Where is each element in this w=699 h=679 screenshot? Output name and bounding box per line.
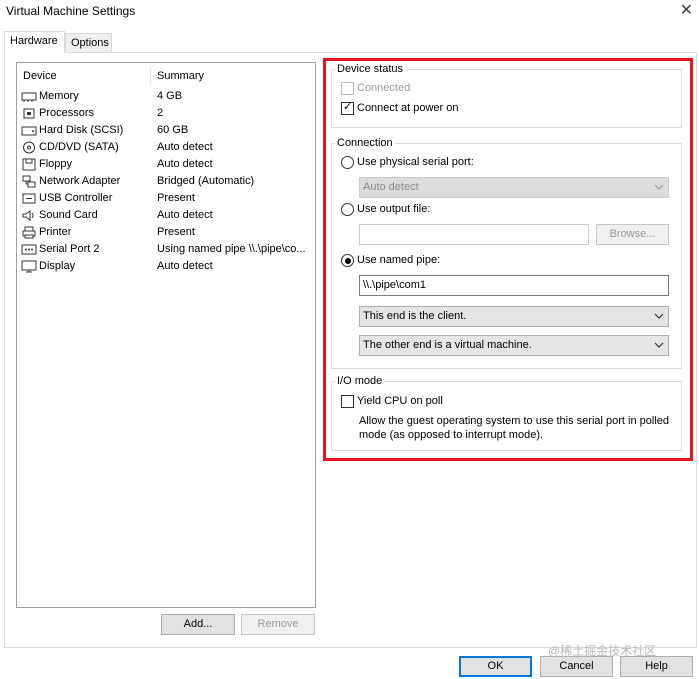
- hard-disk-icon: [21, 124, 37, 137]
- output-file-input[interactable]: [359, 224, 589, 245]
- physical-serial-port-label: Use physical serial port:: [357, 156, 474, 168]
- device-row-display[interactable]: Display Auto detect: [17, 259, 315, 276]
- chevron-down-icon: [654, 342, 664, 348]
- remove-button[interactable]: Remove: [241, 614, 315, 635]
- device-status-label: Device status: [335, 63, 406, 75]
- display-icon: [21, 260, 37, 273]
- physical-port-dropdown[interactable]: Auto detect: [359, 177, 669, 198]
- processor-icon: [21, 107, 37, 120]
- output-file-radio[interactable]: [341, 203, 354, 216]
- connected-checkbox[interactable]: [341, 82, 354, 95]
- serial-port-icon: [21, 243, 37, 256]
- io-mode-description: Allow the guest operating system to use …: [359, 415, 669, 441]
- speaker-icon: [21, 209, 37, 222]
- close-icon[interactable]: ✕: [680, 0, 693, 20]
- device-name: Serial Port 2: [39, 243, 100, 255]
- device-row-hard-disk[interactable]: Hard Disk (SCSI) 60 GB: [17, 123, 315, 140]
- device-name: Memory: [39, 90, 79, 102]
- device-row-processors[interactable]: Processors 2: [17, 106, 315, 123]
- printer-icon: [21, 226, 37, 239]
- pipe-name-value: \\.\pipe\com1: [363, 279, 426, 291]
- help-button[interactable]: Help: [620, 656, 693, 677]
- device-name: USB Controller: [39, 192, 113, 204]
- radio-selected-dot: [344, 257, 351, 264]
- device-name: Processors: [39, 107, 95, 119]
- dropdown-value: The other end is a virtual machine.: [363, 339, 532, 351]
- tab-options[interactable]: Options: [65, 33, 112, 53]
- connection-label: Connection: [335, 137, 395, 149]
- chevron-down-icon: [654, 313, 664, 319]
- usb-icon: [21, 192, 37, 205]
- cancel-button[interactable]: Cancel: [540, 656, 613, 677]
- device-summary: Bridged (Automatic): [157, 175, 255, 187]
- column-header-device[interactable]: Device: [23, 70, 57, 82]
- device-name: Display: [39, 260, 76, 272]
- dropdown-value: Auto detect: [363, 181, 419, 193]
- dropdown-value: This end is the client.: [363, 310, 467, 322]
- pipe-name-input[interactable]: \\.\pipe\com1: [359, 275, 669, 296]
- window-title: Virtual Machine Settings: [6, 4, 136, 18]
- device-name: Floppy: [39, 158, 73, 170]
- device-summary: 60 GB: [157, 124, 189, 136]
- named-pipe-radio[interactable]: [341, 254, 354, 267]
- device-summary: Using named pipe \\.\pipe\co...: [157, 243, 306, 255]
- named-pipe-label: Use named pipe:: [357, 254, 441, 266]
- device-row-floppy[interactable]: Floppy Auto detect: [17, 157, 315, 174]
- device-summary: 4 GB: [157, 90, 183, 102]
- device-name: Sound Card: [39, 209, 98, 221]
- connect-at-power-on-checkbox[interactable]: ✓: [341, 101, 354, 115]
- device-summary: Auto detect: [157, 141, 213, 153]
- this-end-dropdown[interactable]: This end is the client.: [359, 306, 669, 327]
- io-mode-label: I/O mode: [335, 375, 385, 387]
- chevron-down-icon: [654, 184, 664, 190]
- device-row-printer[interactable]: Printer Present: [17, 225, 315, 242]
- column-separator[interactable]: [150, 66, 151, 86]
- tab-hardware[interactable]: Hardware: [4, 31, 65, 53]
- device-status-group: [331, 69, 682, 128]
- physical-serial-port-radio[interactable]: [341, 156, 354, 169]
- connect-at-power-on-label: Connect at power on: [357, 102, 459, 114]
- device-row-usb-controller[interactable]: USB Controller Present: [17, 191, 315, 208]
- yield-cpu-label: Yield CPU on poll: [357, 395, 443, 407]
- device-summary: Auto detect: [157, 158, 213, 170]
- add-button[interactable]: Add...: [161, 614, 235, 635]
- device-row-memory[interactable]: Memory 4 GB: [17, 89, 315, 106]
- watermark: @稀土掘金技术社区: [548, 644, 657, 658]
- checkmark-icon: ✓: [343, 101, 353, 113]
- device-row-network-adapter[interactable]: Network Adapter Bridged (Automatic): [17, 174, 315, 191]
- ok-button[interactable]: OK: [459, 656, 532, 677]
- device-summary: 2: [157, 107, 164, 119]
- column-header-summary[interactable]: Summary: [157, 70, 204, 82]
- device-list[interactable]: Device Summary Memory 4 GB Processors 2 …: [16, 62, 316, 608]
- connected-label: Connected: [357, 82, 411, 94]
- cd-dvd-icon: [21, 141, 37, 154]
- device-name: Printer: [39, 226, 72, 238]
- other-end-dropdown[interactable]: The other end is a virtual machine.: [359, 335, 669, 356]
- device-row-serial-port[interactable]: Serial Port 2 Using named pipe \\.\pipe\…: [17, 242, 315, 259]
- device-summary: Present: [157, 192, 195, 204]
- device-name: Network Adapter: [39, 175, 121, 187]
- device-summary: Auto detect: [157, 209, 213, 221]
- device-row-cd-dvd[interactable]: CD/DVD (SATA) Auto detect: [17, 140, 315, 157]
- yield-cpu-checkbox[interactable]: [341, 395, 354, 408]
- device-name: Hard Disk (SCSI): [39, 124, 124, 136]
- device-summary: Auto detect: [157, 260, 213, 272]
- title-bar: Virtual Machine Settings ✕: [0, 0, 699, 26]
- device-row-sound-card[interactable]: Sound Card Auto detect: [17, 208, 315, 225]
- device-summary: Present: [157, 226, 195, 238]
- output-file-label: Use output file:: [357, 203, 431, 215]
- floppy-icon: [21, 158, 37, 171]
- device-name: CD/DVD (SATA): [39, 141, 119, 153]
- memory-icon: [21, 90, 37, 103]
- network-adapter-icon: [21, 175, 37, 188]
- browse-button[interactable]: Browse...: [596, 224, 669, 245]
